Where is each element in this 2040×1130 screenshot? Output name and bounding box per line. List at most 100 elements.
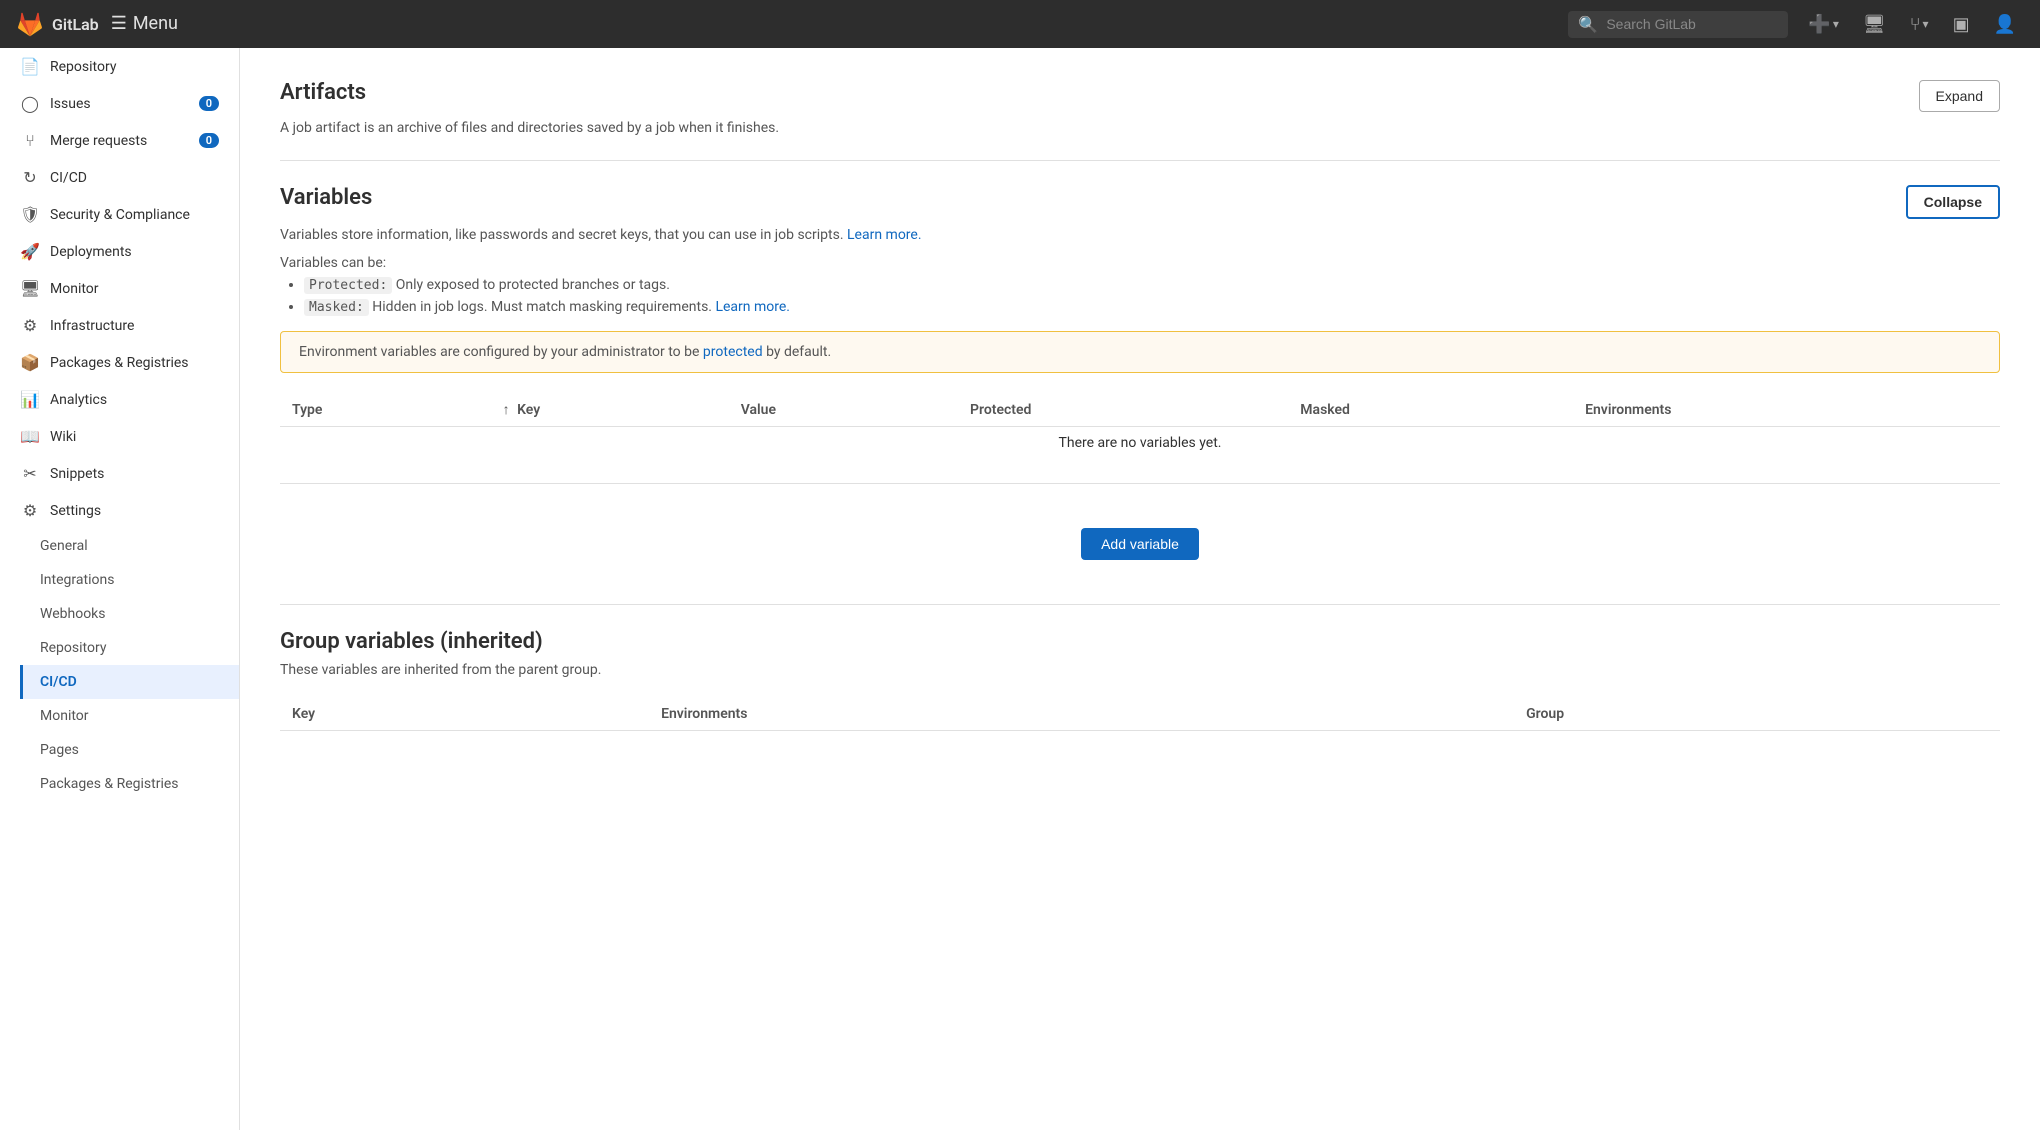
deployments-icon: 🚀 — [20, 242, 40, 261]
col-key[interactable]: ↑ Key — [491, 393, 729, 427]
display-icon: 🖥 — [1863, 14, 1886, 35]
hamburger-icon: ☰ — [111, 15, 127, 33]
col-protected: Protected — [958, 393, 1288, 427]
artifacts-title: Artifacts — [280, 80, 366, 105]
bullet-masked: Masked: Hidden in job logs. Must match m… — [304, 299, 2000, 315]
cicd-icon: ↻ — [20, 168, 40, 187]
sidebar-item-label: Issues — [50, 96, 91, 112]
menu-label: Menu — [133, 15, 178, 33]
sidebar-item-cicd[interactable]: ↻ CI/CD — [0, 159, 239, 196]
section-divider-3 — [280, 604, 2000, 605]
sidebar-sub-label: Pages — [40, 742, 79, 758]
collapse-button[interactable]: Collapse — [1906, 185, 2000, 219]
sidebar-sub-label: Webhooks — [40, 606, 106, 622]
sidebar-sub-packages[interactable]: Packages & Registries — [20, 767, 239, 801]
sidebar-sub-repository[interactable]: Repository — [20, 631, 239, 665]
sidebar-item-monitor[interactable]: 🖥 Monitor — [0, 270, 239, 307]
monitor-icon: 🖥 — [20, 279, 40, 298]
sort-arrow-icon: ↑ — [503, 402, 510, 418]
col-value: Value — [729, 393, 958, 427]
learn-more-2-link[interactable]: Learn more. — [715, 299, 790, 315]
section-divider-2 — [280, 483, 2000, 484]
variables-table-header: Type ↑ Key Value Protected Masked Enviro… — [280, 393, 2000, 427]
group-col-environments: Environments — [649, 698, 1514, 731]
sidebar-item-label: CI/CD — [50, 170, 87, 186]
snippets-icon: ✂ — [20, 464, 40, 483]
learn-more-link[interactable]: Learn more. — [847, 227, 922, 243]
menu-button[interactable]: ☰ Menu — [111, 15, 178, 33]
variables-list: Variables can be: Protected: Only expose… — [280, 255, 2000, 315]
search-bar[interactable]: 🔍 — [1568, 11, 1788, 38]
sidebar-sub-integrations[interactable]: Integrations — [20, 563, 239, 597]
sidebar-item-security[interactable]: 🛡 Security & Compliance — [0, 196, 239, 233]
sidebar-item-deployments[interactable]: 🚀 Deployments — [0, 233, 239, 270]
col-type: Type — [280, 393, 491, 427]
sidebar-item-packages[interactable]: 📦 Packages & Registries — [0, 344, 239, 381]
expand-button[interactable]: Expand — [1919, 80, 2000, 112]
sidebar-sub-webhooks[interactable]: Webhooks — [20, 597, 239, 631]
section-divider-1 — [280, 160, 2000, 161]
group-col-group: Group — [1514, 698, 2000, 731]
variables-description: Variables store information, like passwo… — [280, 227, 2000, 243]
main-content: Artifacts Expand A job artifact is an ar… — [240, 48, 2040, 1130]
issues-sidebar-icon: ◯ — [20, 94, 40, 113]
variables-table: Type ↑ Key Value Protected Masked Enviro… — [280, 393, 2000, 459]
display-button[interactable]: 🖥 — [1855, 10, 1894, 39]
sidebar-sub-pages[interactable]: Pages — [20, 733, 239, 767]
profile-button[interactable]: 👤 — [1986, 10, 2024, 39]
merge-requests-button[interactable]: ⑂ ▾ — [1902, 10, 1937, 39]
sidebar-item-snippets[interactable]: ✂ Snippets — [0, 455, 239, 492]
sidebar-item-analytics[interactable]: 📊 Analytics — [0, 381, 239, 418]
packages-icon: 📦 — [20, 353, 40, 372]
banner-link[interactable]: protected — [703, 344, 763, 360]
masked-code: Masked: — [304, 299, 369, 316]
group-variables-description: These variables are inherited from the p… — [280, 662, 2000, 678]
banner-suffix: by default. — [766, 344, 831, 360]
bullet2-text: Hidden in job logs. Must match masking r… — [372, 299, 712, 315]
sidebar-item-label: Deployments — [50, 244, 132, 260]
sidebar-item-infrastructure[interactable]: ⚙ Infrastructure — [0, 307, 239, 344]
col-masked: Masked — [1288, 393, 1573, 427]
variables-bullets: Protected: Only exposed to protected bra… — [304, 277, 2000, 315]
bullet-protected: Protected: Only exposed to protected bra… — [304, 277, 2000, 293]
no-vars-row: There are no variables yet. — [280, 427, 2000, 460]
add-variable-button[interactable]: Add variable — [1081, 528, 1199, 560]
search-icon: 🔍 — [1578, 15, 1598, 34]
col-key-label: Key — [517, 402, 540, 418]
repository-icon: 📄 — [20, 57, 40, 76]
sidebar-item-wiki[interactable]: 📖 Wiki — [0, 418, 239, 455]
sidebar: 📄 Repository ◯ Issues 0 ⑂ Merge requests… — [0, 48, 240, 1130]
sidebar-sub-monitor[interactable]: Monitor — [20, 699, 239, 733]
search-input[interactable] — [1606, 16, 1766, 32]
protected-code: Protected: — [304, 277, 392, 294]
banner-text: Environment variables are configured by … — [299, 344, 699, 360]
no-vars-text: There are no variables yet. — [280, 427, 2000, 460]
sidebar-sub-general[interactable]: General — [20, 529, 239, 563]
gitlab-logo[interactable]: GitLab — [16, 10, 99, 38]
topnav-actions: ➕ ▾ 🖥 ⑂ ▾ ▣ 👤 — [1800, 10, 2024, 39]
artifacts-description: A job artifact is an archive of files an… — [280, 120, 2000, 136]
layout: 📄 Repository ◯ Issues 0 ⑂ Merge requests… — [0, 48, 2040, 1130]
variables-title: Variables — [280, 185, 372, 210]
sidebar-item-settings[interactable]: ⚙ Settings — [0, 492, 239, 529]
sidebar-sub-label: Repository — [40, 640, 106, 656]
sidebar-item-label: Wiki — [50, 429, 76, 445]
col-environments: Environments — [1573, 393, 2000, 427]
group-variables-section: Group variables (inherited) These variab… — [280, 629, 2000, 731]
settings-icon: ⚙ — [20, 501, 40, 520]
sidebar-sub-menu: General Integrations Webhooks Repository… — [0, 529, 239, 801]
sidebar-sub-cicd[interactable]: CI/CD — [20, 665, 239, 699]
chevron-down-icon: ▾ — [1833, 17, 1839, 31]
analytics-icon: 📊 — [20, 390, 40, 409]
sidebar-sub-label: Packages & Registries — [40, 776, 179, 792]
topnav: GitLab ☰ Menu 🔍 ➕ ▾ 🖥 ⑂ ▾ ▣ 👤 — [0, 0, 2040, 48]
can-be-label: Variables can be: — [280, 255, 386, 271]
variables-table-body: There are no variables yet. — [280, 427, 2000, 460]
new-button[interactable]: ➕ ▾ — [1800, 10, 1846, 39]
sidebar-item-repository[interactable]: 📄 Repository — [0, 48, 239, 85]
issues-button[interactable]: ▣ — [1945, 10, 1978, 39]
sidebar-item-issues[interactable]: ◯ Issues 0 — [0, 85, 239, 122]
sidebar-item-label: Snippets — [50, 466, 104, 482]
merge-requests-sidebar-icon: ⑂ — [20, 131, 40, 150]
sidebar-item-merge-requests[interactable]: ⑂ Merge requests 0 — [0, 122, 239, 159]
